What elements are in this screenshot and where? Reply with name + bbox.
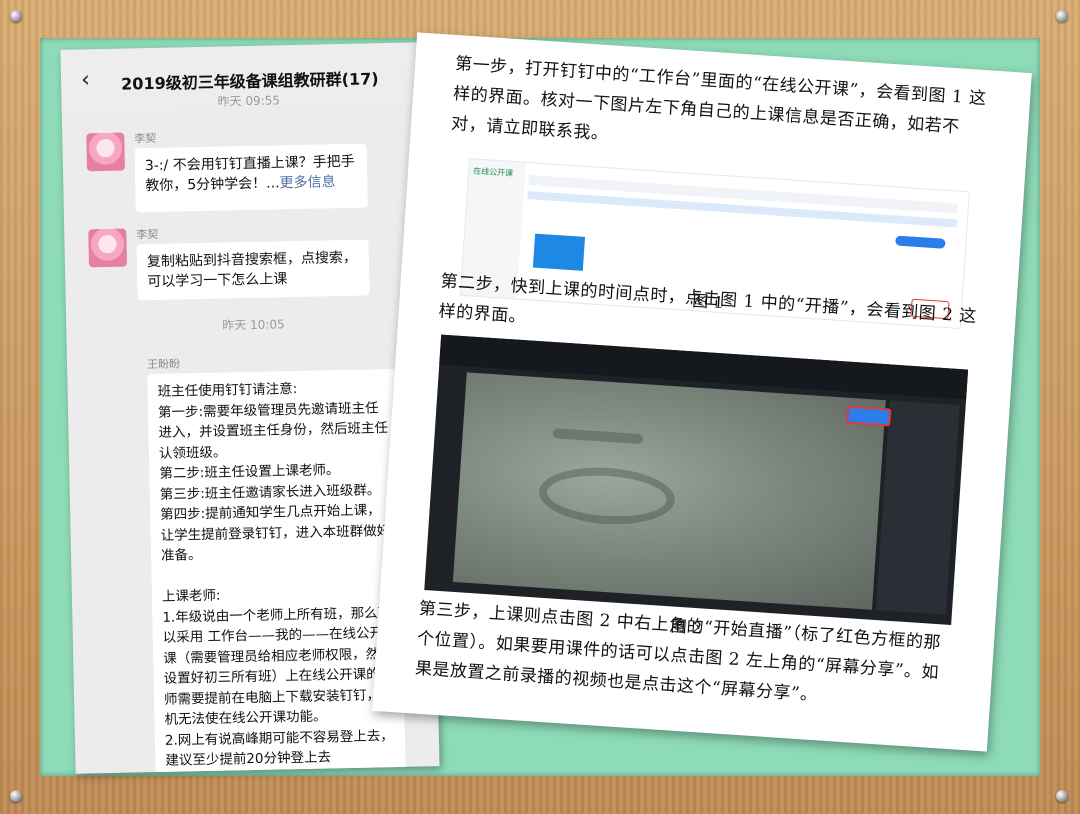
figure-side-panel [875, 400, 960, 615]
message-bubble[interactable]: 班主任使用钉钉请注意: 第一步:需要年级管理员先邀请班主任进入，并设置班主任身份… [147, 368, 407, 774]
nail-icon [10, 10, 22, 22]
nail-icon [10, 790, 22, 802]
sender-name: 李契 [134, 131, 157, 146]
figure-2-screenshot [424, 334, 969, 626]
message-bubble[interactable]: 复制粘贴到抖音搜索框，点搜索，可以学习一下怎么上课 [136, 239, 370, 301]
nail-icon [1056, 10, 1068, 22]
avatar [86, 132, 126, 172]
instruction-document: 第一步，打开钉钉中的“工作台”里面的“在线公开课”，会看到图 1 这样的界面。核… [372, 32, 1032, 752]
timestamp: 昨天 09:55 [217, 93, 281, 109]
figure-button [895, 235, 946, 249]
red-highlight-box [846, 405, 892, 427]
step-one-paragraph: 第一步，打开钉钉中的“工作台”里面的“在线公开课”，会看到图 1 这样的界面。核… [450, 53, 988, 145]
sender-name: 王盼盼 [146, 357, 181, 372]
video-shape [537, 463, 677, 529]
video-shape [552, 428, 644, 445]
back-arrow-icon[interactable]: ‹ [81, 67, 90, 92]
figure-course-thumbnail [532, 233, 586, 271]
sender-name: 李契 [136, 227, 159, 242]
more-info-link[interactable]: 更多信息 [279, 174, 335, 191]
nail-icon [1056, 790, 1068, 802]
figure-video-area [452, 372, 886, 610]
timestamp: 昨天 10:05 [222, 317, 285, 333]
message-text: 复制粘贴到抖音搜索框，点搜索，可以学习一下怎么上课 [146, 249, 358, 291]
avatar [88, 228, 128, 268]
message-bubble[interactable]: 3-:/ 不会用钉钉直播上课？手把手教你，5分钟学会！...更多信息 [134, 143, 368, 213]
